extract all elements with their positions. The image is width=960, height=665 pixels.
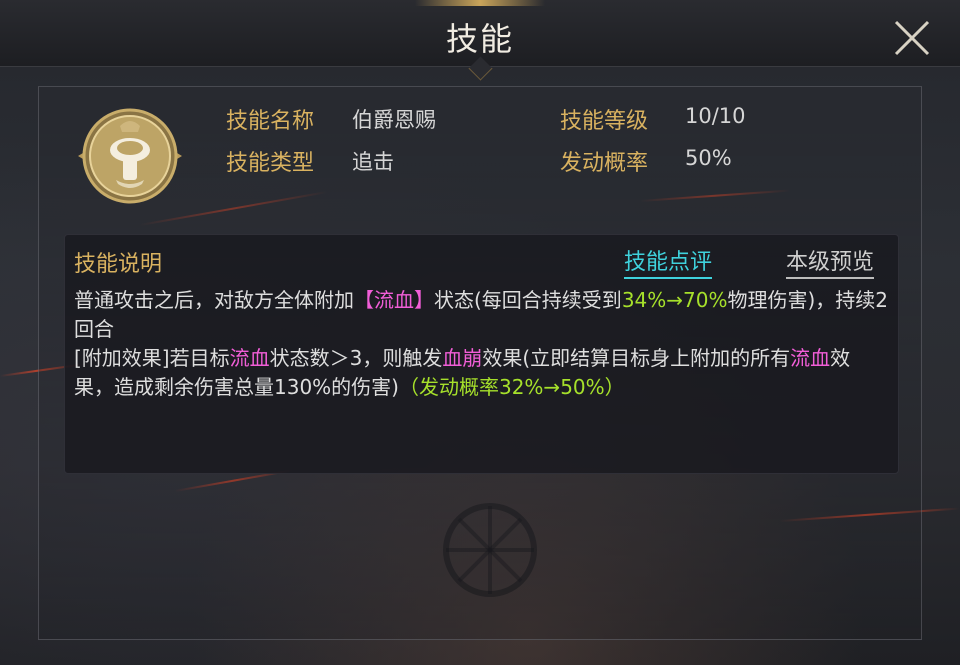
description-title: 技能说明	[74, 252, 163, 277]
damage-range-highlight: 34%→70%	[621, 288, 728, 312]
skill-level-value: 10/10	[685, 104, 746, 128]
tab-skill-review[interactable]: 技能点评	[624, 244, 713, 279]
trigger-chance-value: 50%	[685, 146, 732, 170]
bleed-highlight: 流血	[790, 346, 831, 370]
desc-text: 普通攻击之后，对敌方全体附加	[74, 288, 354, 312]
desc-text: 效果(立即结算目标身上附加的所有	[482, 346, 791, 370]
header-ornament	[415, 0, 545, 6]
bell-crest-icon	[78, 108, 182, 204]
skill-name-value: 伯爵恩赐	[352, 108, 436, 132]
tab-level-preview[interactable]: 本级预览	[786, 244, 875, 279]
page-title: 技能	[445, 20, 514, 58]
bleed-status-highlight: 【流血】	[354, 288, 434, 312]
trigger-chance-highlight: （发动概率32%→50%）	[398, 375, 625, 399]
skill-type-label: 技能类型	[226, 151, 315, 176]
description-text: 普通攻击之后，对敌方全体附加【流血】状态(每回合持续受到34%→70%物理伤害)…	[74, 286, 889, 402]
bleed-highlight: 流血	[229, 346, 270, 370]
desc-text: [附加效果]若目标	[74, 346, 230, 370]
skill-level-label: 技能等级	[560, 109, 649, 134]
desc-text: 状态(每回合持续受到	[434, 288, 622, 312]
desc-text: 状态数＞3，则触发	[269, 346, 443, 370]
close-icon[interactable]	[890, 16, 934, 60]
hemorrhage-highlight: 血崩	[442, 346, 483, 370]
skill-type-value: 追击	[352, 150, 394, 174]
trigger-chance-label: 发动概率	[560, 151, 649, 176]
skill-name-label: 技能名称	[226, 109, 315, 134]
